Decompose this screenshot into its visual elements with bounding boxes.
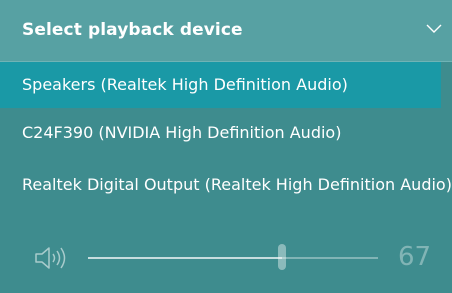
volume-value: 67: [398, 242, 432, 272]
volume-row: 67: [0, 236, 452, 280]
playback-device-header[interactable]: Select playback device: [0, 0, 452, 62]
device-item-label: Realtek Digital Output (Realtek High Def…: [22, 175, 452, 194]
device-item-c24f390[interactable]: C24F390 (NVIDIA High Definition Audio): [0, 110, 452, 156]
volume-slider-fill: [88, 257, 283, 259]
volume-slider[interactable]: [88, 257, 378, 259]
device-item-label: Speakers (Realtek High Definition Audio): [22, 75, 348, 94]
speaker-volume-icon[interactable]: [34, 245, 68, 271]
device-item-speakers[interactable]: Speakers (Realtek High Definition Audio): [0, 62, 441, 108]
device-item-realtek-digital-output[interactable]: Realtek Digital Output (Realtek High Def…: [0, 162, 452, 208]
header-title: Select playback device: [22, 20, 243, 40]
chevron-down-icon[interactable]: [426, 22, 442, 36]
playback-device-flyout: Select playback device Speakers (Realtek…: [0, 0, 452, 293]
volume-slider-thumb[interactable]: [278, 244, 287, 270]
device-item-label: C24F390 (NVIDIA High Definition Audio): [22, 123, 342, 142]
